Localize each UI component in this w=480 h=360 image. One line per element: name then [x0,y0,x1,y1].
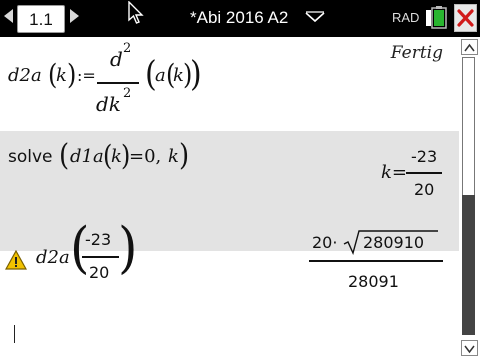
tab-page[interactable]: 1.1 [17,5,65,33]
entry-2-result-denominator: 20 [414,180,435,199]
entry-3-result-denominator: 28091 [348,272,399,291]
scroll-down-button[interactable] [461,340,478,356]
paren-close: ) [190,54,202,95]
derivative-denominator: dk [96,92,121,116]
right-arrow-icon[interactable] [70,9,79,23]
entry-2-var: k [168,146,179,167]
entry-3-result-coefficient: 20· [312,233,338,252]
entry-1-result: Fertig [390,43,443,63]
solve-command: solve [8,147,53,167]
derivative-numerator: d [110,47,123,71]
paren-close: ) [179,138,190,174]
entry-2-result-numerator: -23 [411,147,438,166]
paren-close: ) [118,216,138,280]
scroll-up-icon [464,43,475,52]
entry-line-cursor[interactable] [14,325,15,343]
scroll-down-icon [464,345,475,354]
entry-2-result-lhs: k= [381,162,407,183]
close-button[interactable] [454,4,477,32]
derivative-order: 2 [123,41,132,56]
entry-1-arg: k [56,65,67,86]
entry-3-result-radicand: 280910 [363,233,425,252]
battery-icon [426,6,447,29]
tab-label: 1.1 [29,10,53,29]
entry-2-fn: d1a [70,146,104,167]
dropdown-icon[interactable] [305,11,325,23]
entry-2-result-fraction-bar [406,172,442,174]
mouse-pointer-icon [128,1,144,24]
entry-1-inner-fn: a [155,65,166,86]
entry-3-numerator: -23 [85,230,112,249]
paren-close: ) [67,58,77,92]
entry-3-fn: d2a [36,247,70,268]
assign-operator: := [77,66,96,85]
derivative-denominator-order: 2 [123,86,132,101]
entry-2-equation: =0, [129,146,162,167]
document-title[interactable]: *Abi 2016 A2 [190,8,288,28]
entry-3-result-fraction-bar [309,260,443,262]
scroll-up-button[interactable] [461,39,478,55]
angle-mode: RAD [392,10,420,25]
entry-3-fraction-bar [82,256,119,258]
left-arrow-icon[interactable] [4,9,13,23]
scrollbar[interactable] [459,37,480,360]
warning-icon [5,250,27,270]
calculator-history: d2a ( k ) := d 2 dk 2 ( a ( k ) ) Fertig… [0,37,459,360]
entry-3-denominator: 20 [89,263,110,282]
paren-open: ( [59,138,70,174]
close-icon [457,9,474,27]
scroll-thumb[interactable] [462,195,475,335]
top-bar: 1.1 *Abi 2016 A2 RAD [0,0,480,37]
entry-1-fn-name: d2a [8,65,42,86]
derivative-fraction-bar [97,82,139,84]
